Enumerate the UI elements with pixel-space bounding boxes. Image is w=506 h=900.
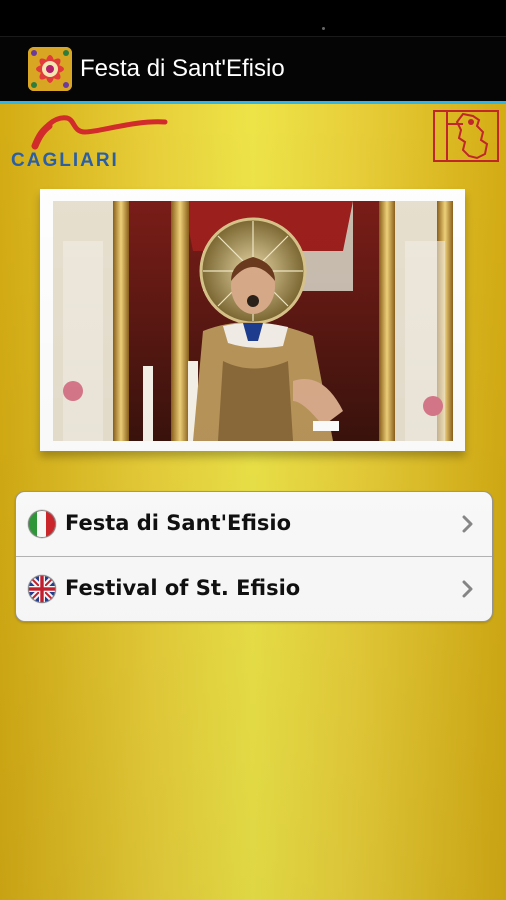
- statue-photo: [53, 201, 453, 441]
- status-bar: [0, 0, 506, 36]
- photo-frame: [40, 189, 465, 451]
- uk-flag-icon: [28, 575, 56, 603]
- sardinia-map-icon[interactable]: [433, 110, 499, 162]
- main-content: CAGLIARI Festa di Sant'Efisio Festival o…: [0, 104, 506, 900]
- chevron-right-icon: [462, 580, 473, 598]
- status-indicator: [322, 27, 325, 30]
- list-item-italian[interactable]: Festa di Sant'Efisio: [16, 492, 492, 557]
- chevron-right-icon: [462, 515, 473, 533]
- logo-text: CAGLIARI: [11, 150, 119, 171]
- app-title: Festa di Sant'Efisio: [80, 55, 285, 82]
- language-menu: Festa di Sant'Efisio Festival of St. Efi…: [15, 491, 493, 622]
- cagliari-logo: CAGLIARI: [5, 110, 170, 171]
- list-item-label: Festa di Sant'Efisio: [65, 511, 292, 535]
- festival-flower-icon[interactable]: [28, 47, 72, 91]
- list-item-english[interactable]: Festival of St. Efisio: [16, 557, 492, 621]
- italy-flag-icon: [28, 510, 56, 538]
- list-item-label: Festival of St. Efisio: [65, 576, 301, 600]
- action-bar: Festa di Sant'Efisio: [0, 36, 506, 105]
